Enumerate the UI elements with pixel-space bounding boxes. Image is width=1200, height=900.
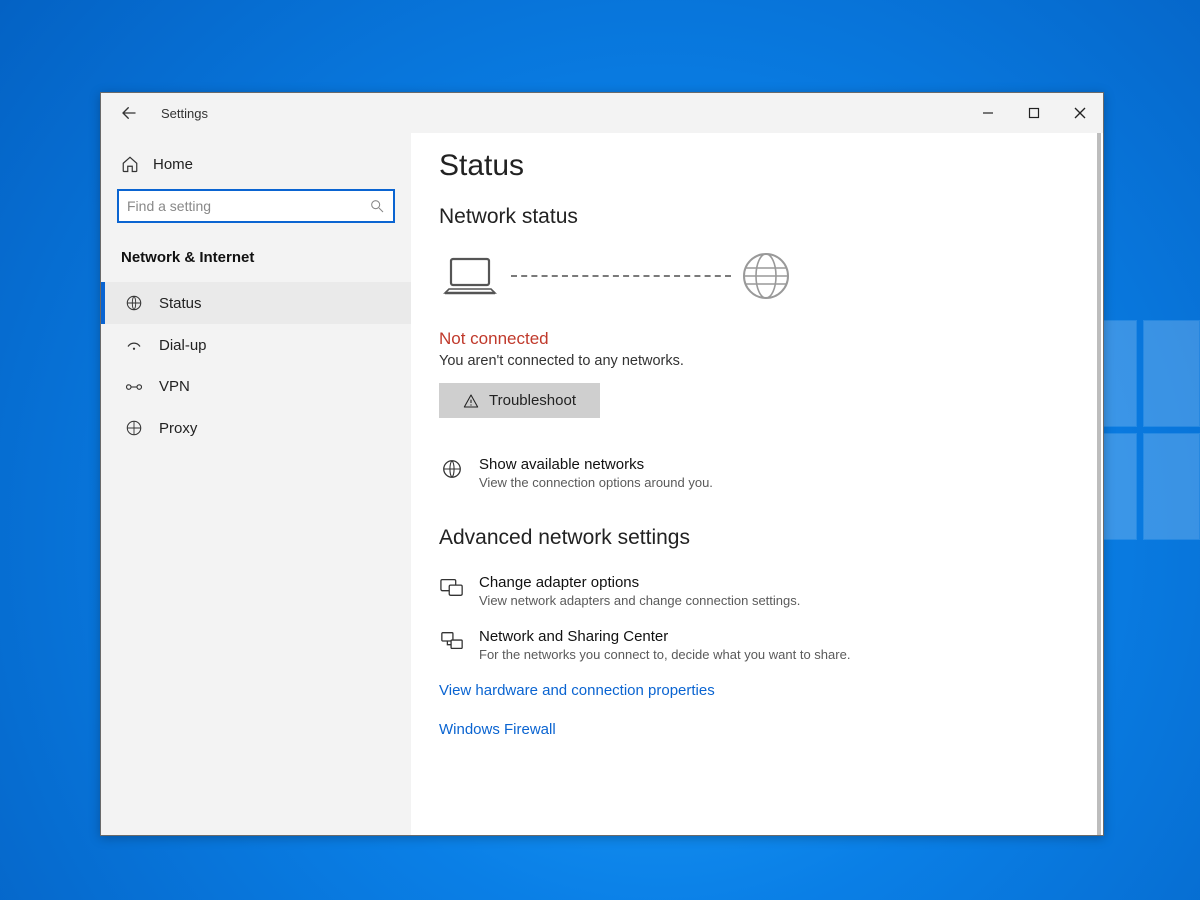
home-label: Home [153,156,193,173]
sidebar-item-label: VPN [159,378,190,395]
not-connected-title: Not connected [439,329,1075,349]
troubleshoot-button[interactable]: Troubleshoot [439,383,600,418]
vpn-icon [125,380,143,394]
home-icon [121,155,139,173]
sidebar: Home Network & Internet Status [101,133,411,835]
window-controls [965,93,1103,133]
settings-window: Settings Home [100,92,1104,836]
sidebar-item-label: Status [159,295,202,312]
show-networks-sub: View the connection options around you. [479,475,713,490]
advanced-heading: Advanced network settings [439,526,1075,550]
connection-line [511,275,731,277]
adapter-title: Change adapter options [479,574,800,591]
sharing-sub: For the networks you connect to, decide … [479,647,850,662]
troubleshoot-label: Troubleshoot [489,392,576,409]
close-button[interactable] [1057,93,1103,133]
adapter-icon [439,574,465,608]
sidebar-item-home[interactable]: Home [101,145,411,183]
minimize-icon [982,107,994,119]
globe-icon [439,456,465,490]
sidebar-item-label: Dial-up [159,337,207,354]
show-available-networks[interactable]: Show available networks View the connect… [439,446,1075,500]
window-title: Settings [161,106,208,121]
maximize-button[interactable] [1011,93,1057,133]
show-networks-title: Show available networks [479,456,713,473]
network-sharing-center[interactable]: Network and Sharing Center For the netwo… [439,618,1075,672]
search-input[interactable] [127,198,369,214]
sidebar-item-dial-up[interactable]: Dial-up [101,324,411,366]
scrollbar[interactable] [1097,133,1101,835]
warning-icon [463,393,479,409]
sharing-title: Network and Sharing Center [479,628,850,645]
close-icon [1074,107,1086,119]
link-hardware-properties[interactable]: View hardware and connection properties [439,678,1075,703]
globe-large-icon [741,251,791,301]
sidebar-item-proxy[interactable]: Proxy [101,407,411,449]
network-diagram [439,243,1075,329]
globe-icon [125,294,143,312]
sidebar-item-vpn[interactable]: VPN [101,366,411,407]
dial-up-icon [125,336,143,354]
main-content: Status Network status [411,133,1103,835]
sharing-icon [439,628,465,662]
sidebar-item-label: Proxy [159,420,197,437]
sidebar-item-status[interactable]: Status [101,282,411,324]
minimize-button[interactable] [965,93,1011,133]
page-title: Status [439,149,1075,183]
not-connected-sub: You aren't connected to any networks. [439,353,1075,369]
laptop-icon [439,255,501,297]
titlebar: Settings [101,93,1103,133]
change-adapter-options[interactable]: Change adapter options View network adap… [439,564,1075,618]
network-status-heading: Network status [439,205,1075,229]
sidebar-section-label: Network & Internet [101,237,411,282]
proxy-icon [125,419,143,437]
maximize-icon [1028,107,1040,119]
back-button[interactable] [117,101,141,125]
search-input-wrap[interactable] [117,189,395,223]
adapter-sub: View network adapters and change connect… [479,593,800,608]
arrow-left-icon [120,104,138,122]
link-windows-firewall[interactable]: Windows Firewall [439,717,1075,742]
search-icon [369,198,385,214]
